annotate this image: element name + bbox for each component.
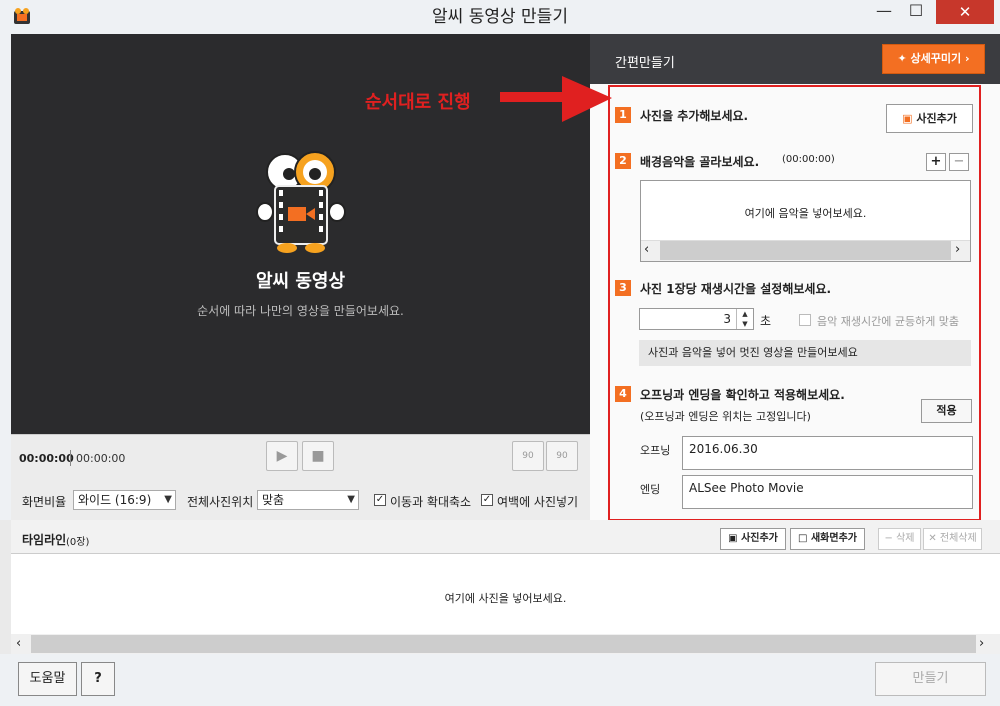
preview-title: 알씨 동영상	[255, 271, 346, 292]
scroll-right-icon[interactable]: ›	[955, 242, 960, 257]
step-3-number: 3	[615, 280, 631, 296]
add-photo-icon: ▣	[728, 533, 742, 544]
rotate-right-icon: 90	[556, 451, 568, 461]
magic-wand-icon: ✦	[897, 52, 911, 65]
question-button[interactable]: ?	[81, 662, 115, 696]
ratio-select[interactable]: 와이드 (16:9) ▼	[73, 490, 176, 510]
play-button[interactable]: ▶	[266, 441, 298, 471]
current-time: 00:00:00	[19, 452, 74, 465]
rotate-left-icon: 90	[522, 451, 534, 461]
maximize-button[interactable]: ☐	[902, 0, 930, 24]
make-video-button[interactable]: 만들기	[875, 662, 986, 696]
zoom-checkbox[interactable]: ✓	[374, 494, 386, 506]
timeline-delete-all-button[interactable]: ✕ 전체삭제	[923, 528, 982, 550]
remove-music-button[interactable]: −	[949, 153, 969, 171]
ratio-label: 화면비율	[22, 495, 67, 509]
seconds-spinner[interactable]: ▲ ▼	[736, 309, 753, 329]
ending-input[interactable]: ALSee Photo Movie	[682, 475, 973, 509]
music-duration: (00:00:00)	[782, 154, 835, 165]
step-1-number: 1	[615, 107, 631, 123]
scroll-right-icon[interactable]: ›	[979, 636, 984, 651]
ratio-select-value: 와이드 (16:9)	[78, 493, 152, 507]
footer-bar	[0, 654, 1000, 706]
left-border	[0, 34, 11, 520]
apply-button[interactable]: 적용	[921, 399, 972, 423]
step-4-title: 오프닝과 엔딩을 확인하고 적용해보세요.	[640, 388, 845, 402]
step-3-title: 사진 1장당 재생시간을 설정해보세요.	[640, 282, 832, 296]
minimize-button[interactable]: —	[870, 0, 898, 24]
add-photo-label: 사진추가	[916, 112, 957, 125]
total-time: 00:00:00	[76, 452, 126, 465]
opening-input[interactable]: 2016.06.30	[682, 436, 973, 470]
chevron-down-icon: ▼	[164, 494, 172, 505]
mascot-logo-icon	[255, 150, 347, 254]
equal-music-label: 음악 재생시간에 균등하게 맞춤	[817, 315, 960, 328]
timeline-add-screen-label: 새화면추가	[810, 533, 857, 544]
play-icon: ▶	[276, 448, 288, 464]
margin-label: 여백에 사진넣기	[497, 495, 579, 509]
stop-button[interactable]: ■	[302, 441, 334, 471]
timeline-add-screen-button[interactable]: □ 새화면추가	[790, 528, 865, 550]
step-4-number: 4	[615, 386, 631, 402]
hint-text: 사진과 음악을 넣어 멋진 영상을 만들어보세요	[639, 340, 971, 366]
timeline-count: (0장)	[66, 537, 90, 548]
step-2-number: 2	[615, 153, 631, 169]
help-button[interactable]: 도움말	[18, 662, 77, 696]
timeline-add-photo-label: 사진추가	[741, 533, 778, 544]
detail-decorate-button[interactable]: ✦ 상세꾸미기 ›	[882, 44, 985, 74]
music-scrollbar-thumb[interactable]	[660, 241, 951, 260]
detail-decorate-label: 상세꾸미기	[910, 52, 962, 65]
close-button[interactable]: ✕	[936, 0, 994, 24]
step-1-title: 사진을 추가해보세요.	[640, 109, 749, 123]
timeline-add-photo-button[interactable]: ▣ 사진추가	[720, 528, 786, 550]
panel-title: 간편만들기	[615, 56, 675, 71]
chevron-down-icon: ▼	[347, 494, 355, 505]
timeline-delete-button[interactable]: − 삭제	[878, 528, 921, 550]
margin-checkbox[interactable]: ✓	[481, 494, 493, 506]
annotation-text: 순서대로 진행	[365, 92, 471, 113]
equal-music-checkbox[interactable]	[799, 314, 811, 326]
photo-position-label: 전체사진위치	[187, 495, 254, 509]
add-music-button[interactable]: +	[926, 153, 946, 171]
step-4-note: (오프닝과 엔딩은 위치는 고정입니다)	[640, 410, 811, 423]
zoom-label: 이동과 확대축소	[390, 495, 472, 509]
timeline-scrollbar-thumb[interactable]	[31, 635, 976, 653]
annotation-arrow-icon	[500, 76, 612, 126]
spin-down-icon[interactable]: ▼	[742, 320, 747, 328]
scroll-left-icon[interactable]: ‹	[644, 242, 649, 257]
scroll-left-icon[interactable]: ‹	[16, 636, 21, 651]
rotate-left-button[interactable]: 90	[512, 441, 544, 471]
music-placeholder: 여기에 음악을 넣어보세요.	[744, 207, 867, 220]
photo-position-select-value: 맞춤	[262, 493, 285, 507]
chevron-right-icon: ›	[961, 52, 970, 65]
spin-up-icon[interactable]: ▲	[742, 310, 747, 318]
step-2-title: 배경음악을 골라보세요.	[640, 155, 760, 169]
timeline-placeholder: 여기에 사진을 넣어보세요.	[444, 592, 567, 605]
seconds-unit: 초	[760, 314, 772, 328]
time-divider	[70, 450, 71, 466]
timeline-title: 타임라인	[22, 533, 67, 547]
add-screen-icon: □	[798, 533, 811, 544]
add-photo-icon: ▣	[902, 112, 917, 125]
preview-subtitle: 순서에 따라 나만의 영상을 만들어보세요.	[197, 304, 404, 318]
window-title: 알씨 동영상 만들기	[432, 7, 568, 27]
opening-label: 오프닝	[640, 444, 671, 457]
rotate-right-button[interactable]: 90	[546, 441, 578, 471]
ending-label: 엔딩	[640, 483, 661, 496]
add-photo-button[interactable]: ▣ 사진추가	[886, 104, 973, 133]
photo-position-select[interactable]: 맞춤 ▼	[257, 490, 359, 510]
stop-icon: ■	[311, 448, 325, 464]
